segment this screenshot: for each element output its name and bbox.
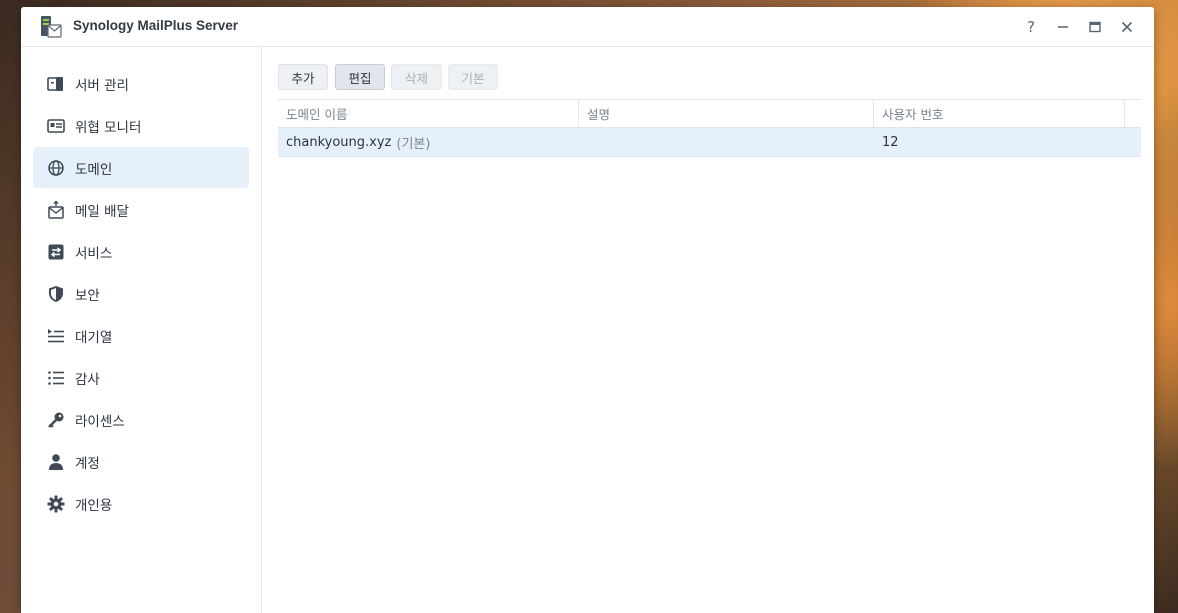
shield-icon <box>47 285 65 303</box>
service-icon <box>47 243 65 261</box>
sidebar-item-label: 서비스 <box>75 245 113 262</box>
sidebar-item-label: 서버 관리 <box>75 77 129 94</box>
title-bar[interactable]: Synology MailPlus Server ? <box>21 7 1154 47</box>
add-button[interactable]: 추가 <box>278 64 328 90</box>
minimize-button[interactable] <box>1052 16 1074 38</box>
minimize-icon <box>1058 26 1068 28</box>
help-button[interactable]: ? <box>1020 16 1042 38</box>
maximize-icon <box>1089 21 1101 33</box>
sidebar-item-label: 메일 배달 <box>75 203 129 220</box>
table-header: 도메인 이름 설명 사용자 번호 <box>278 99 1141 128</box>
column-header-description[interactable]: 설명 <box>579 100 874 127</box>
threat-monitor-icon <box>47 117 65 135</box>
gear-icon <box>47 495 65 513</box>
key-icon <box>47 411 65 429</box>
globe-icon <box>47 159 65 177</box>
window-title: Synology MailPlus Server <box>73 18 239 33</box>
sidebar-item-account[interactable]: 계정 <box>33 441 249 482</box>
description-cell <box>579 128 874 156</box>
sidebar-item-label: 도메인 <box>75 161 113 178</box>
close-icon <box>1121 21 1133 33</box>
mailplus-app-icon <box>41 16 62 38</box>
sidebar-item-license[interactable]: 라이센스 <box>33 399 249 440</box>
sidebar-item-security[interactable]: 보안 <box>33 273 249 314</box>
domain-name-cell: chankyoung.xyz (기본) <box>278 128 579 156</box>
maximize-button[interactable] <box>1084 16 1106 38</box>
sidebar-item-mail-delivery[interactable]: 메일 배달 <box>33 189 249 230</box>
sidebar-item-service[interactable]: 서비스 <box>33 231 249 272</box>
sidebar-item-label: 계정 <box>75 455 100 472</box>
column-header-domain-name[interactable]: 도메인 이름 <box>278 100 579 127</box>
server-management-icon <box>47 75 65 93</box>
mail-delivery-icon <box>47 200 65 219</box>
edit-button[interactable]: 편집 <box>335 64 385 90</box>
sidebar: 서버 관리 위협 모니터 도메인 메일 배달 서비스 보안 대기열 감사 라이센… <box>21 47 262 613</box>
sidebar-item-server-management[interactable]: 서버 관리 <box>33 63 249 104</box>
default-tag: (기본) <box>396 136 431 152</box>
sidebar-item-label: 위협 모니터 <box>75 119 142 136</box>
sidebar-item-label: 대기열 <box>75 329 113 346</box>
app-window: Synology MailPlus Server ? 서버 관리 위협 모니터 <box>21 7 1154 613</box>
queue-icon <box>47 327 65 345</box>
sidebar-item-threat-monitor[interactable]: 위협 모니터 <box>33 105 249 146</box>
sidebar-item-label: 라이센스 <box>75 413 125 430</box>
sidebar-item-audit[interactable]: 감사 <box>33 357 249 398</box>
column-header-user-count[interactable]: 사용자 번호 <box>874 100 1125 127</box>
table-row[interactable]: chankyoung.xyz (기본) 12 <box>278 128 1141 157</box>
domain-name: chankyoung.xyz <box>286 134 392 150</box>
sidebar-item-domain[interactable]: 도메인 <box>33 147 249 188</box>
delete-button[interactable]: 삭제 <box>391 64 442 90</box>
set-default-button[interactable]: 기본 <box>448 64 498 90</box>
sidebar-item-label: 감사 <box>75 371 100 388</box>
user-count-cell: 12 <box>882 134 899 150</box>
user-icon <box>47 453 65 471</box>
sidebar-item-personal[interactable]: 개인용 <box>33 483 249 524</box>
audit-list-icon <box>47 369 65 387</box>
close-button[interactable] <box>1116 16 1138 38</box>
sidebar-item-queue[interactable]: 대기열 <box>33 315 249 356</box>
sidebar-item-label: 보안 <box>75 287 100 304</box>
main-panel: 추가 편집 삭제 기본 도메인 이름 설명 사용자 번호 chankyoung.… <box>262 47 1154 613</box>
sidebar-item-label: 개인용 <box>75 497 113 514</box>
